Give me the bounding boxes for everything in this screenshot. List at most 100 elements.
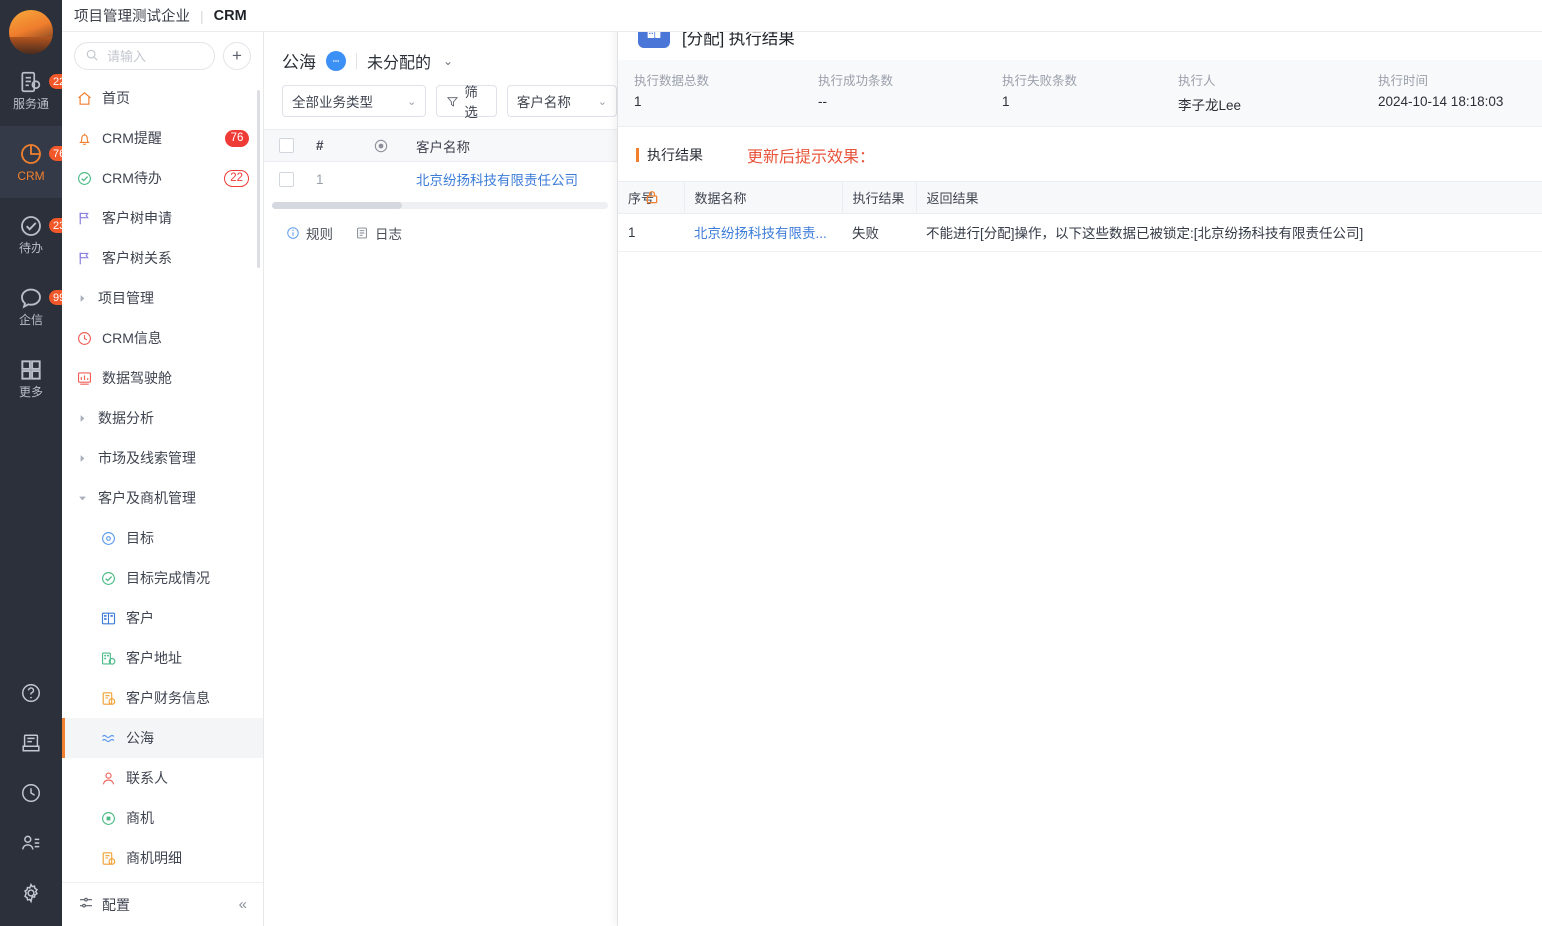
caret-right-icon <box>76 412 89 425</box>
rail-item-2[interactable]: 76 CRM <box>0 126 71 198</box>
column-index: # <box>316 138 324 153</box>
view-selector-label[interactable]: 未分配的 <box>367 49 431 73</box>
sidebar-item-5[interactable]: 客户树关系 <box>62 238 263 278</box>
sidebar-item-12[interactable]: 目标 <box>62 518 263 558</box>
sidebar-item-10[interactable]: 市场及线索管理 <box>62 438 263 478</box>
result-status: 失败 <box>842 213 916 252</box>
summary-label: 执行数据总数 <box>634 73 710 88</box>
sidebar-item-badge: 76 <box>225 129 249 147</box>
sidebar-footer[interactable]: 配置 « <box>62 882 263 926</box>
tab-rules[interactable]: 规则 <box>286 223 333 243</box>
chevron-down-icon: ⌄ <box>407 95 417 108</box>
name-field-select[interactable]: 客户名称 ⌄ <box>506 85 617 117</box>
caret-right-icon <box>76 292 89 305</box>
business-type-select[interactable]: 全部业务类型 ⌄ <box>282 85 427 117</box>
chevron-down-icon[interactable]: ⌄ <box>443 54 453 68</box>
sidebar-item-label: 市场及线索管理 <box>98 450 196 466</box>
rail-item-label: 更多 <box>18 384 43 399</box>
sidebar-item-13[interactable]: 目标完成情况 <box>62 558 263 598</box>
select-all-checkbox[interactable] <box>278 138 294 153</box>
rail-item-4[interactable]: 99 企信 <box>0 270 71 342</box>
sidebar-scrollbar-thumb[interactable] <box>257 90 260 268</box>
sidebar-item-17[interactable]: 公海 <box>62 718 263 758</box>
sidebar-item-badge: 22 <box>224 169 249 187</box>
annotation-text: 更新后提示效果： <box>747 148 876 166</box>
result-section-header: 执行结果 更新后提示效果： <box>618 127 1542 181</box>
list-horizontal-scrollbar[interactable] <box>272 202 608 209</box>
rail-item-3[interactable]: 23 待办 <box>0 198 71 270</box>
rail-item-1[interactable]: 22 服务通 <box>0 54 71 126</box>
filter-button[interactable]: 筛选 <box>436 85 497 120</box>
gear-icon[interactable] <box>16 878 46 908</box>
result-data-name[interactable]: 北京纷扬科技有限责... <box>684 213 842 252</box>
summary-label: 执行时间 <box>1378 73 1429 88</box>
sidebar-item-9[interactable]: 数据分析 <box>62 398 263 438</box>
summary-cell-1: 执行数据总数 1 <box>618 70 802 114</box>
customer-name-link[interactable]: 北京纷扬科技有限责任公司 <box>416 173 578 188</box>
result-table: 序号 数据名称 执行结果 返回结果 1 北京纷扬科技有限责... 失败 不能进行[分配… <box>618 180 1542 252</box>
chat-bubble-icon[interactable] <box>326 50 346 71</box>
filter-icon <box>446 95 459 108</box>
summary-cell-5: 执行时间 2024-10-14 18:18:03 <box>1362 70 1503 114</box>
chevron-down-icon: ⌄ <box>597 95 607 108</box>
target-icon <box>100 530 117 547</box>
sidebar-item-18[interactable]: 联系人 <box>62 758 263 798</box>
search-icon <box>85 48 99 65</box>
sidebar-item-8[interactable]: 数据驾驶舱 <box>62 358 263 398</box>
select-all-cell <box>264 138 308 153</box>
tab-rules-label: 规则 <box>306 227 333 242</box>
collapse-sidebar-button[interactable]: « <box>239 896 247 913</box>
clock-icon[interactable] <box>16 778 46 808</box>
result-table-body: 1 北京纷扬科技有限责... 失败 不能进行[分配]操作，以下这些数据已被锁定:[北京… <box>618 213 1542 252</box>
settings-sliders-icon <box>78 895 94 914</box>
help-circle-icon[interactable] <box>16 678 46 708</box>
sidebar-item-14[interactable]: 客户 <box>62 598 263 638</box>
sidebar-item-7[interactable]: CRM信息 <box>62 318 263 358</box>
summary-value: 1 <box>1002 93 1010 109</box>
rail-item-5[interactable]: 更多 <box>0 342 62 414</box>
sidebar-item-4[interactable]: 客户树申请 <box>62 198 263 238</box>
sidebar: + 首页 CRM提醒 76 CRM待办 22 客户树申请客户树关系项目管理 CRM信息数据驾… <box>62 0 264 926</box>
column-data-name: 数据名称 <box>683 180 842 214</box>
sidebar-item-20[interactable]: 商机明细 <box>62 838 263 878</box>
building-icon <box>100 610 117 627</box>
org-name: 项目管理测试企业 <box>74 9 190 25</box>
contact-card-icon[interactable] <box>16 828 46 858</box>
result-section-label: 执行结果 <box>647 146 703 163</box>
sidebar-item-15[interactable]: 客户地址 <box>62 638 263 678</box>
sidebar-item-19[interactable]: 商机 <box>62 798 263 838</box>
sidebar-item-3[interactable]: CRM待办 22 <box>62 158 263 198</box>
rail-item-label: 服务通 <box>12 96 49 111</box>
sidebar-item-16[interactable]: 客户财务信息 <box>62 678 263 718</box>
search-input[interactable] <box>105 47 204 65</box>
check-circle-icon: 23 <box>18 213 71 239</box>
result-table-row: 1 北京纷扬科技有限责... 失败 不能进行[分配]操作，以下这些数据已被锁定:[北京… <box>618 213 1542 252</box>
tab-logs[interactable]: 日志 <box>355 223 402 243</box>
check-circle-icon <box>76 170 93 187</box>
name-field-value: 客户名称 <box>516 95 571 110</box>
summary-value: 李子龙Lee <box>1178 97 1242 113</box>
notes-icon[interactable] <box>16 728 46 758</box>
radar-icon <box>350 138 412 154</box>
sidebar-item-6[interactable]: 项目管理 <box>62 278 263 318</box>
sidebar-item-11[interactable]: 客户及商机管理 <box>62 478 263 518</box>
result-seq: 1 <box>618 213 684 252</box>
sidebar-item-1[interactable]: 首页 <box>62 78 263 118</box>
info-circle-icon <box>286 226 300 240</box>
summary-cell-2: 执行成功条数 -- <box>802 70 986 114</box>
search-box[interactable] <box>74 42 215 70</box>
clock-icon <box>76 330 93 347</box>
address-icon <box>100 650 117 667</box>
sidebar-item-2[interactable]: CRM提醒 76 <box>62 118 263 158</box>
sidebar-item-label: 公海 <box>126 730 154 746</box>
column-return-result: 返回结果 <box>915 180 1542 214</box>
sidebar-item-label: 客户及商机管理 <box>98 490 196 506</box>
list-table-header: # 客户名称 <box>264 129 617 162</box>
table-row[interactable]: 1 北京纷扬科技有限责任公司 <box>264 162 617 196</box>
row-checkbox[interactable] <box>278 171 294 187</box>
sidebar-item-list: 首页 CRM提醒 76 CRM待办 22 客户树申请 客户树关系 项目管理 CRM信息 数据驾驶舱… <box>62 78 263 882</box>
drawer-summary: 执行数据总数 1 执行成功条数 -- 执行失败条数 1 执行人 李子龙Lee 执行时间 2024-… <box>618 59 1542 127</box>
avatar[interactable] <box>9 10 53 54</box>
sidebar-search-row: + <box>62 32 263 78</box>
add-button[interactable]: + <box>223 42 251 70</box>
